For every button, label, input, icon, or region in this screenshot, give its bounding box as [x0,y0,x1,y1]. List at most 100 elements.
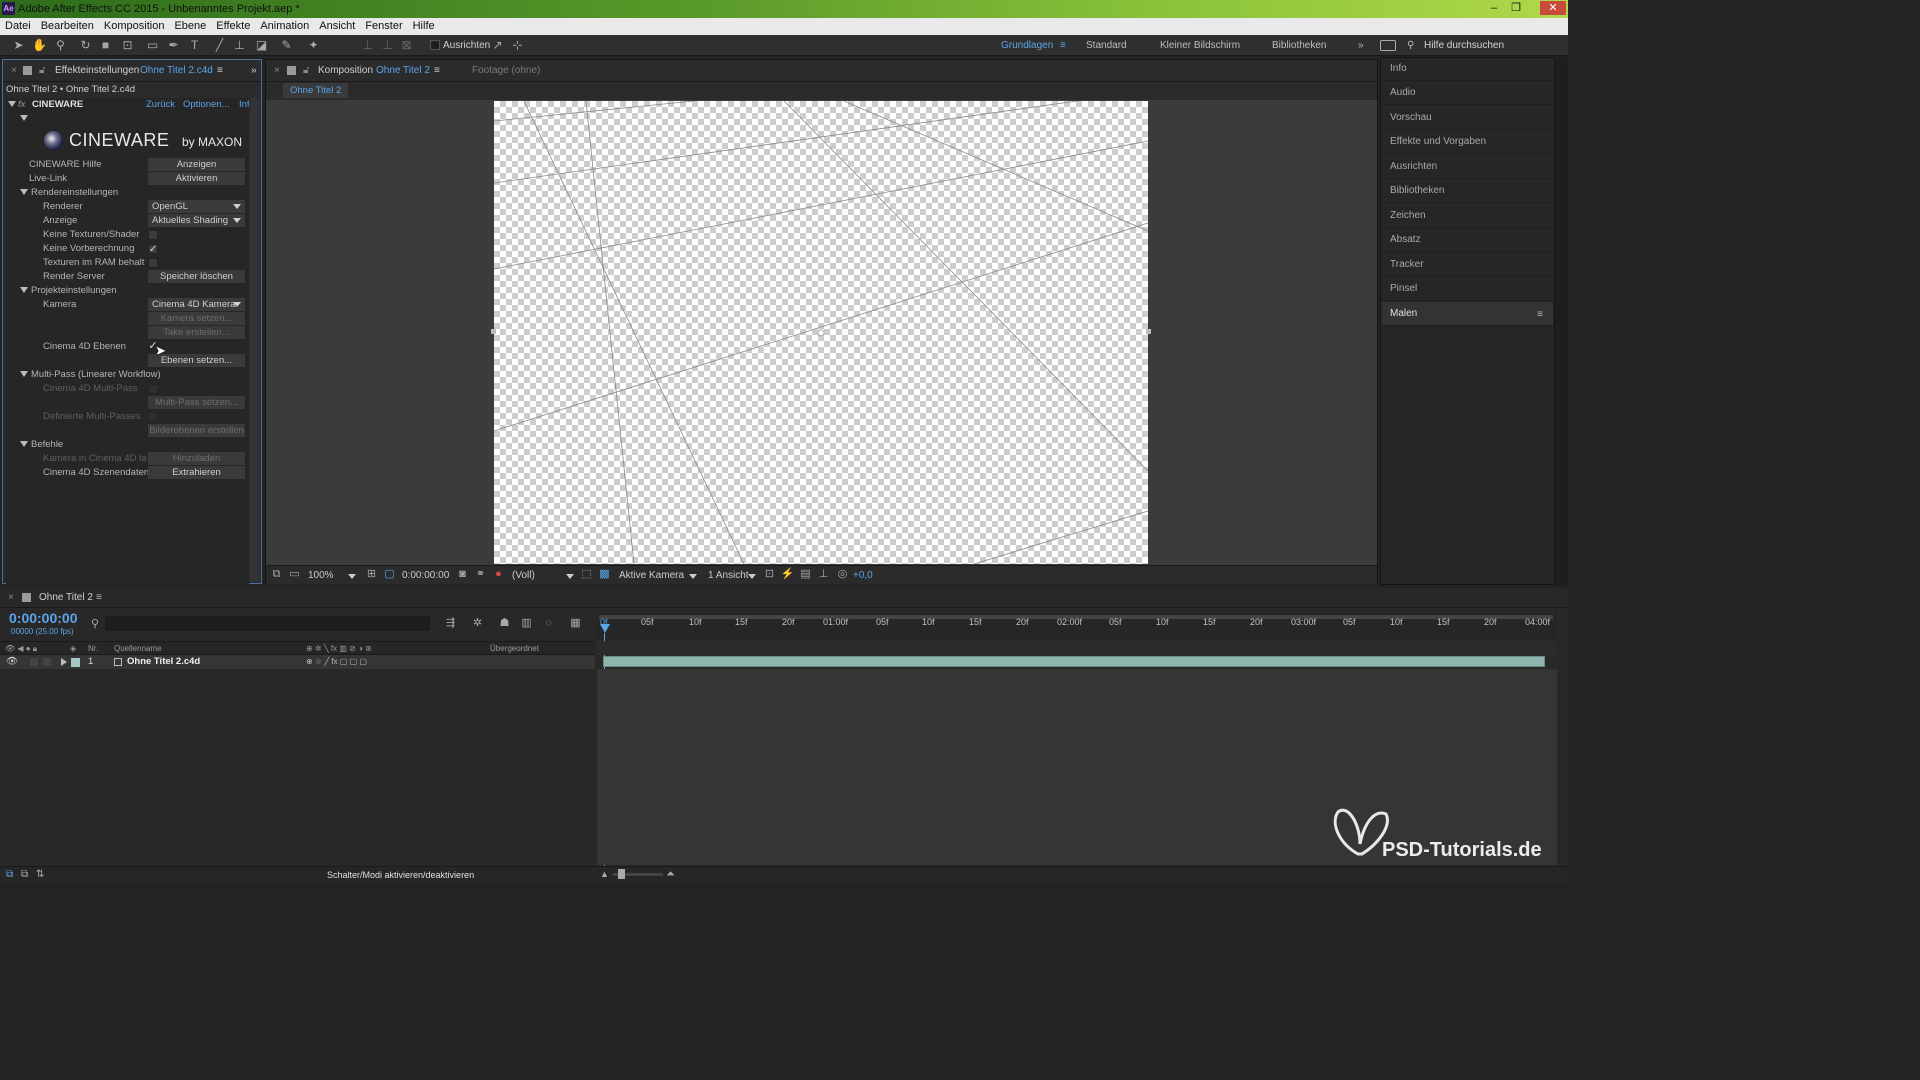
snap-icon[interactable]: ↗ [490,38,505,53]
panel-absatz[interactable]: Absatz [1382,228,1553,252]
set-camera-button[interactable]: Kamera setzen... [148,312,245,325]
views-dropdown-icon[interactable] [748,574,756,579]
comp-mini-flowchart-icon[interactable]: ⇶ [443,616,458,631]
activate-livelink-button[interactable]: Aktivieren [148,172,245,185]
col-source-name[interactable]: Quellenname [114,642,162,655]
camera-tool-icon[interactable]: ■ [98,38,113,53]
layer-switches[interactable]: ⊕ ☆ ╱ fx ▢ ▢ ▢ [306,655,367,669]
toggle-switches-modes[interactable]: Schalter/Modi aktivieren/deaktivieren [327,870,474,880]
time-ruler[interactable]: 0f 05f 10f 15f 20f 01:00f 05f 10f 15f 20… [597,613,1557,641]
collapse-multipass-icon[interactable] [20,371,28,378]
minimize-icon[interactable]: – [1484,1,1504,15]
toggle-pixel-aspect-icon[interactable]: ⊡ [762,567,777,582]
hide-shy-icon[interactable]: ☗ [497,616,512,631]
motion-blur-icon[interactable]: ◌ [541,616,556,631]
eraser-tool-icon[interactable]: ◪ [254,38,269,53]
workspace-kleiner-bildschirm[interactable]: Kleiner Bildschirm [1160,40,1240,51]
maximize-icon[interactable]: ❐ [1506,1,1526,15]
textures-ram-checkbox[interactable] [148,258,158,268]
menu-fenster[interactable]: Fenster [360,18,407,35]
extract-button[interactable]: Extrahieren [148,466,245,479]
panel-ausrichten[interactable]: Ausrichten [1382,155,1553,179]
layer-row[interactable]: 👁︎ 1 Ohne Titel 2.c4d ⊕ ☆ ╱ fx ▢ ▢ ▢ [0,655,595,669]
zoom-out-icon[interactable]: ▲ [600,869,609,879]
region-of-interest-icon[interactable]: ⬚ [579,567,594,582]
zoom-dropdown-icon[interactable] [348,574,356,579]
timeline-tab-name[interactable]: Ohne Titel 2 [39,592,93,603]
brush-tool-icon[interactable]: ╱ [212,38,227,53]
expand-panel-icon[interactable]: » [251,60,257,82]
frame-blending-icon[interactable]: ▥ [519,616,534,631]
menu-komposition[interactable]: Komposition [99,18,170,35]
c4d-multipass-checkbox[interactable] [148,384,158,394]
preview-options-icon[interactable]: ⧉ [269,567,284,582]
fast-previews-icon[interactable]: ⚡ [780,567,795,582]
pen-tool-icon[interactable]: ✒ [166,38,181,53]
camera-dropdown[interactable]: Cinema 4D Kamera [148,298,245,311]
menu-datei[interactable]: Datei [0,18,36,35]
views-dropdown[interactable]: 1 Ansicht [708,570,749,581]
rotate-tool-icon[interactable]: ↻ [78,38,93,53]
set-layers-button[interactable]: Ebenen setzen... [148,354,245,367]
layer-visibility-icon[interactable]: 👁︎ [6,655,18,669]
show-help-button[interactable]: Anzeigen [148,158,245,171]
panel-bibliotheken[interactable]: Bibliotheken [1382,179,1553,203]
expand-duration-icon[interactable]: ⇅ [36,869,44,880]
panel-menu-icon[interactable]: ≡ [217,60,223,82]
roto-brush-icon[interactable]: ✎ [279,38,294,53]
effects-tab-file[interactable]: Ohne Titel 2.c4d [140,60,213,82]
comp-panel-menu-icon[interactable]: ≡ [434,60,440,82]
handle-right[interactable] [1146,329,1151,334]
lock-icon[interactable]: 🔓︎ [39,60,45,82]
layer-lock-box[interactable] [43,658,51,666]
zoom-slider-thumb[interactable] [618,869,625,879]
puppet-tool-icon[interactable]: ✦ [306,38,321,53]
layer-label-color[interactable] [71,658,80,667]
display-dropdown[interactable]: Aktuelles Shading [148,214,245,227]
resolution-dropdown[interactable]: (Voll) [512,570,535,581]
text-tool-icon[interactable]: T [187,38,202,53]
effects-scrollbar[interactable] [250,98,260,582]
playhead-icon[interactable] [600,624,610,633]
selection-tool-icon[interactable]: ➤ [11,38,26,53]
comp-tab-label[interactable]: Komposition [318,60,373,82]
zoom-in-icon[interactable]: ⏶ [666,868,675,881]
malen-menu-icon[interactable]: ≡ [1537,309,1543,320]
reset-link[interactable]: Zurück [146,98,175,112]
workspace-standard[interactable]: Standard [1086,40,1127,51]
active-camera-dropdown[interactable]: Aktive Kamera [619,570,684,581]
close-tab-icon[interactable]: × [11,60,17,82]
snap-options-icon[interactable]: ⊹ [510,38,525,53]
timeline-icon[interactable]: ▤ [798,567,813,582]
menu-effekte[interactable]: Effekte [211,18,255,35]
panel-pinsel[interactable]: Pinsel [1382,277,1553,301]
zoom-level[interactable]: 100% [308,570,334,581]
comp-tab-name[interactable]: Ohne Titel 2 [376,60,430,82]
sync-icon[interactable] [1380,40,1396,51]
hand-tool-icon[interactable]: ✋ [32,38,47,53]
layer-expand-icon[interactable] [61,658,67,666]
panel-audio[interactable]: Audio [1382,81,1553,105]
create-take-button[interactable]: Take erstellen... [148,326,245,339]
panel-malen[interactable]: Malen [1382,302,1553,326]
expand-switches-icon[interactable]: ⧉ [6,869,13,880]
fit-icon[interactable]: ⊞ [364,567,379,582]
flowchart-icon[interactable]: ⊥ [816,567,831,582]
clear-memory-button[interactable]: Speicher löschen [148,270,245,283]
timeline-timecode[interactable]: 0:00:00:00 [9,610,78,626]
panel-zeichen[interactable]: Zeichen [1382,204,1553,228]
safe-area-icon[interactable]: ▢ [382,567,397,582]
collapse-render-icon[interactable] [20,189,28,196]
axis-view-icon[interactable]: ⊠ [399,38,414,53]
axis-local-icon[interactable]: ⊥ [360,38,375,53]
more-workspaces-icon[interactable]: » [1358,40,1364,51]
camera-dropdown-icon[interactable] [689,574,697,579]
show-snapshot-icon[interactable]: ⚭ [473,567,488,582]
panel-vorschau[interactable]: Vorschau [1382,106,1553,130]
timeline-search-input[interactable] [105,616,430,631]
reset-exposure-icon[interactable]: ◎ [835,567,850,582]
snapshot-icon[interactable]: ◙ [455,567,470,582]
options-link[interactable]: Optionen... [183,98,229,112]
draft-3d-icon[interactable]: ✲ [470,616,485,631]
effects-tab-label[interactable]: Effekteinstellungen [55,60,139,82]
